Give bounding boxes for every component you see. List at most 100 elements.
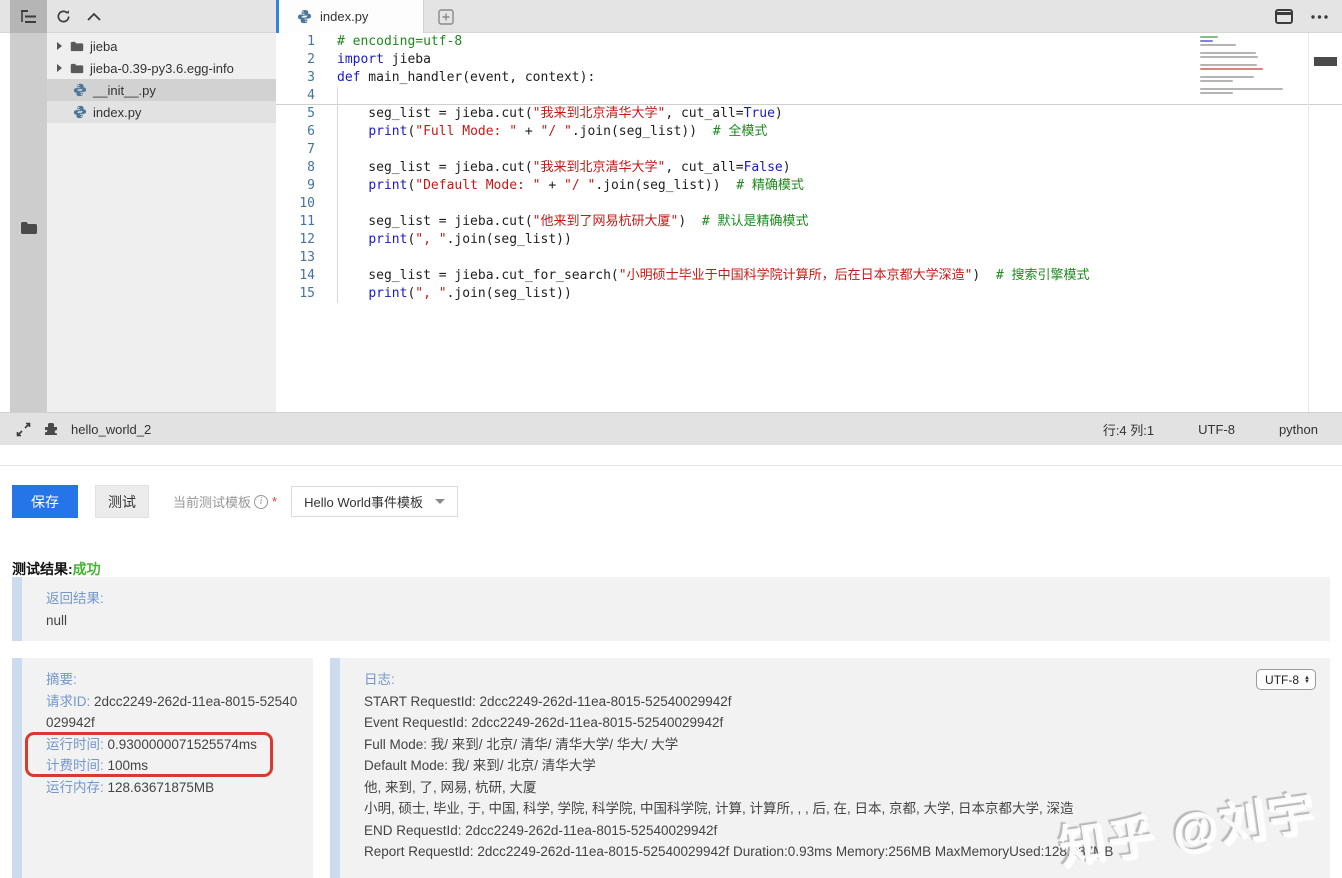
file-tree: jieba jieba-0.39-py3.6.egg-info __init__.p…: [47, 33, 276, 412]
line-number: 2: [307, 52, 315, 67]
summary-row-value: 0.9300000071525574ms: [107, 736, 257, 752]
folder-icon: [70, 41, 84, 52]
template-dropdown[interactable]: Hello World事件模板: [291, 486, 459, 517]
return-result-label: 返回结果:: [46, 591, 104, 606]
code-line-2: 2 import jieba: [276, 51, 1342, 69]
code-line-5: 5 seg_list = jieba.cut("我来到北京清华大学", cut_…: [276, 105, 1342, 123]
line-number: 15: [299, 286, 315, 301]
minimap[interactable]: [1200, 36, 1300, 96]
template-label: 当前测试模板: [173, 495, 252, 510]
line-number: 6: [307, 124, 315, 139]
line-number: 8: [307, 160, 315, 175]
code-line-6: 6 print("Full Mode: " + "/ ".join(seg_li…: [276, 123, 1342, 141]
new-tab-button[interactable]: [424, 0, 468, 33]
explorer-tree-button[interactable]: [10, 0, 47, 33]
page: index.py jieba jieba-0.39-py3.6.egg-info…: [0, 0, 1342, 878]
folder-explorer-icon[interactable]: [20, 43, 38, 412]
log-encoding-select[interactable]: UTF-8 ▲ ▼: [1256, 669, 1316, 690]
summary-panel: 摘要: 请求ID: 2dcc2249-262d-11ea-8015-525400…: [12, 658, 313, 878]
code-line-4: 4: [276, 87, 1342, 105]
tab-label: index.py: [320, 9, 369, 24]
return-result-panel: 返回结果: null: [12, 577, 1330, 641]
section-divider: [0, 465, 1342, 466]
code-line-12: 12 print(", ".join(seg_list)): [276, 231, 1342, 249]
line-content: print(", ".join(seg_list)): [368, 286, 572, 301]
test-button[interactable]: 测试: [95, 485, 149, 518]
collapse-all-icon[interactable]: [87, 12, 101, 21]
code-line-7: 7: [276, 141, 1342, 159]
file-tree-item--init-py[interactable]: __init__.py: [47, 79, 276, 101]
code-editor[interactable]: 1 # encoding=utf-8 2 import jieba 3 def main_…: [276, 33, 1342, 412]
python-file-icon: [297, 9, 312, 24]
summary-title: 摘要:: [46, 672, 77, 687]
panel-accent-strip: [330, 658, 340, 878]
code-line-14: 14 seg_list = jieba.cut_for_search("小明硕士…: [276, 267, 1342, 285]
line-content: seg_list = jieba.cut("他来到了网易杭研大厦") # 默认是…: [337, 214, 809, 229]
tab-index-py[interactable]: index.py: [276, 0, 424, 33]
line-content: seg_list = jieba.cut_for_search("小明硕士毕业于…: [337, 268, 1090, 283]
summary-row-value: 128.63671875MB: [107, 779, 215, 795]
line-number: 10: [299, 196, 315, 211]
required-asterisk: *: [272, 494, 278, 509]
line-content: print(", ".join(seg_list)): [368, 232, 572, 247]
activity-rail: [10, 33, 47, 412]
disclosure-caret-icon[interactable]: [57, 42, 62, 50]
line-number: 5: [307, 106, 315, 121]
line-content: print("Full Mode: " + "/ ".join(seg_list…: [368, 124, 768, 139]
line-number: 12: [299, 232, 315, 247]
code-line-9: 9 print("Default Mode: " + "/ ".join(seg…: [276, 177, 1342, 195]
test-result-title: 测试结果:成功: [12, 559, 101, 579]
file-name: index.py: [93, 104, 142, 120]
line-number: 4: [307, 88, 315, 103]
return-result-value: null: [46, 612, 68, 628]
line-number: 14: [299, 268, 315, 283]
disclosure-caret-icon[interactable]: [57, 64, 62, 72]
info-icon[interactable]: i: [254, 494, 269, 509]
more-options-icon[interactable]: [1311, 14, 1328, 19]
line-content: print("Default Mode: " + "/ ".join(seg_l…: [368, 178, 804, 193]
summary-row: 请求ID: 2dcc2249-262d-11ea-8015-5254002994…: [46, 691, 299, 734]
summary-row: 计费时间: 100ms: [46, 755, 299, 777]
save-button[interactable]: 保存: [12, 485, 78, 518]
code-line-11: 11 seg_list = jieba.cut("他来到了网易杭研大厦") # …: [276, 213, 1342, 231]
refresh-icon[interactable]: [56, 9, 71, 24]
template-dropdown-value: Hello World事件模板: [304, 495, 424, 510]
code-line-15: 15 print(", ".join(seg_list)): [276, 285, 1342, 303]
file-tree-item-jieba-0-39-py3-6-egg-info[interactable]: jieba-0.39-py3.6.egg-info: [47, 57, 276, 79]
line-content: seg_list = jieba.cut("我来到北京清华大学", cut_al…: [337, 106, 783, 121]
panel-accent-strip: [12, 577, 22, 641]
language-mode: python: [1278, 421, 1318, 437]
editor-statusbar: hello_world_2 行:4 列:1 UTF-8 python: [0, 412, 1342, 445]
scrollbar-thumb[interactable]: [1314, 57, 1337, 66]
code-line-13: 13: [276, 249, 1342, 267]
line-content: # encoding=utf-8: [337, 34, 463, 49]
log-panel: 日志: START RequestId: 2dcc2249-262d-11ea-…: [330, 658, 1330, 878]
summary-row-value: 100ms: [107, 758, 149, 773]
cursor-position: 行:4 列:1: [1102, 422, 1155, 438]
line-number: 3: [307, 70, 315, 85]
line-number: 13: [299, 250, 315, 265]
python-file-icon: [73, 105, 87, 119]
log-line: END RequestId: 2dcc2249-262d-11ea-8015-5…: [364, 822, 718, 838]
file-name: jieba-0.39-py3.6.egg-info: [90, 60, 234, 76]
expand-editor-icon[interactable]: [16, 422, 31, 437]
log-line: Event RequestId: 2dcc2249-262d-11ea-8015…: [364, 715, 724, 730]
line-content: [315, 195, 337, 213]
log-line: Report RequestId: 2dcc2249-262d-11ea-801…: [364, 844, 1114, 859]
log-line: 小明, 硕士, 毕业, 于, 中国, 科学, 学院, 科学院, 中国科学院, 计…: [364, 801, 1074, 816]
log-line: Default Mode: 我/ 来到/ 北京/ 清华大学: [364, 758, 596, 773]
summary-row-label: 运行时间:: [46, 736, 104, 752]
log-line: 他, 来到, 了, 网易, 杭研, 大厦: [364, 779, 537, 795]
log-encoding-value: UTF-8: [1265, 672, 1300, 687]
line-number: 7: [307, 142, 315, 157]
folder-icon: [70, 63, 84, 74]
function-icon: [43, 422, 59, 436]
line-content: def main_handler(event, context):: [337, 70, 596, 85]
file-tree-item-index-py[interactable]: index.py: [47, 101, 276, 123]
file-encoding: UTF-8: [1198, 421, 1235, 437]
file-tree-item-jieba[interactable]: jieba: [47, 35, 276, 57]
line-content: [315, 249, 337, 267]
python-file-icon: [73, 83, 87, 97]
editor-layout-icon[interactable]: [1275, 9, 1293, 24]
editor-scrollbar[interactable]: [1308, 33, 1342, 412]
